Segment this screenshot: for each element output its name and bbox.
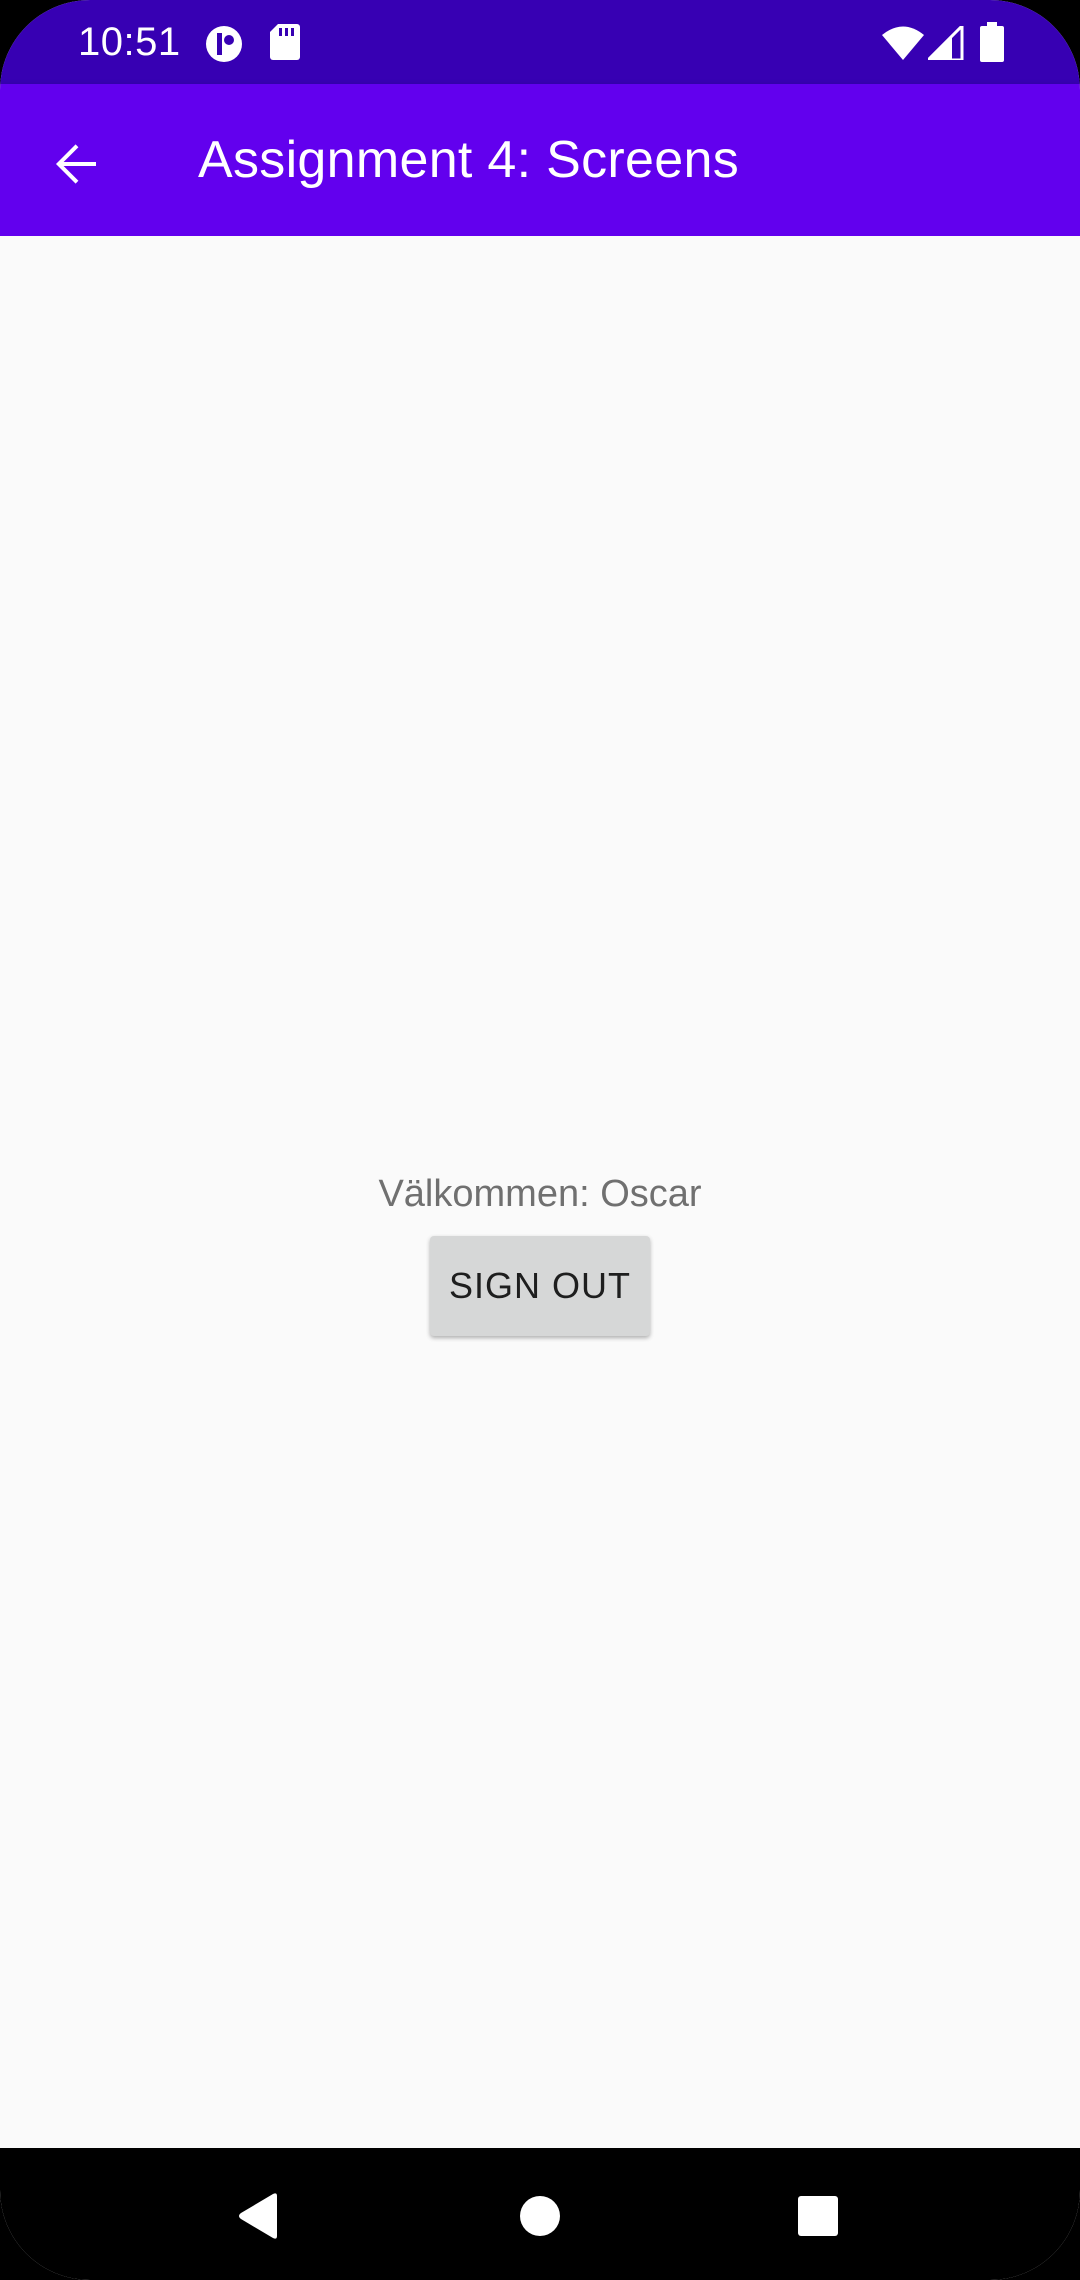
nav-home-button[interactable] xyxy=(500,2178,580,2258)
main-content: Välkommen: Oscar SIGN OUT xyxy=(0,236,1080,2148)
battery-icon xyxy=(980,22,1004,67)
nav-recents-icon xyxy=(797,2195,839,2242)
navigation-bar xyxy=(0,2148,1080,2280)
sign-out-button[interactable]: SIGN OUT xyxy=(430,1236,650,1336)
status-bar: 10:51 xyxy=(0,0,1080,84)
app-notification-icon xyxy=(204,24,244,69)
cell-signal-icon xyxy=(924,22,964,65)
wifi-icon xyxy=(882,26,924,65)
arrow-back-icon xyxy=(52,140,100,193)
welcome-text: Välkommen: Oscar xyxy=(378,1173,702,1215)
back-button[interactable] xyxy=(30,120,122,212)
status-time: 10:51 xyxy=(78,20,181,64)
page-title: Assignment 4: Screens xyxy=(198,131,740,189)
nav-home-icon xyxy=(519,2195,561,2242)
nav-back-button[interactable] xyxy=(218,2178,298,2258)
app-bar: Assignment 4: Screens xyxy=(0,84,1080,236)
nav-back-icon xyxy=(235,2192,281,2245)
nav-recents-button[interactable] xyxy=(778,2178,858,2258)
sd-card-icon xyxy=(270,24,300,65)
phone-screen: 10:51 Assignment 4: Screens Välkommen: O… xyxy=(0,0,1080,2280)
